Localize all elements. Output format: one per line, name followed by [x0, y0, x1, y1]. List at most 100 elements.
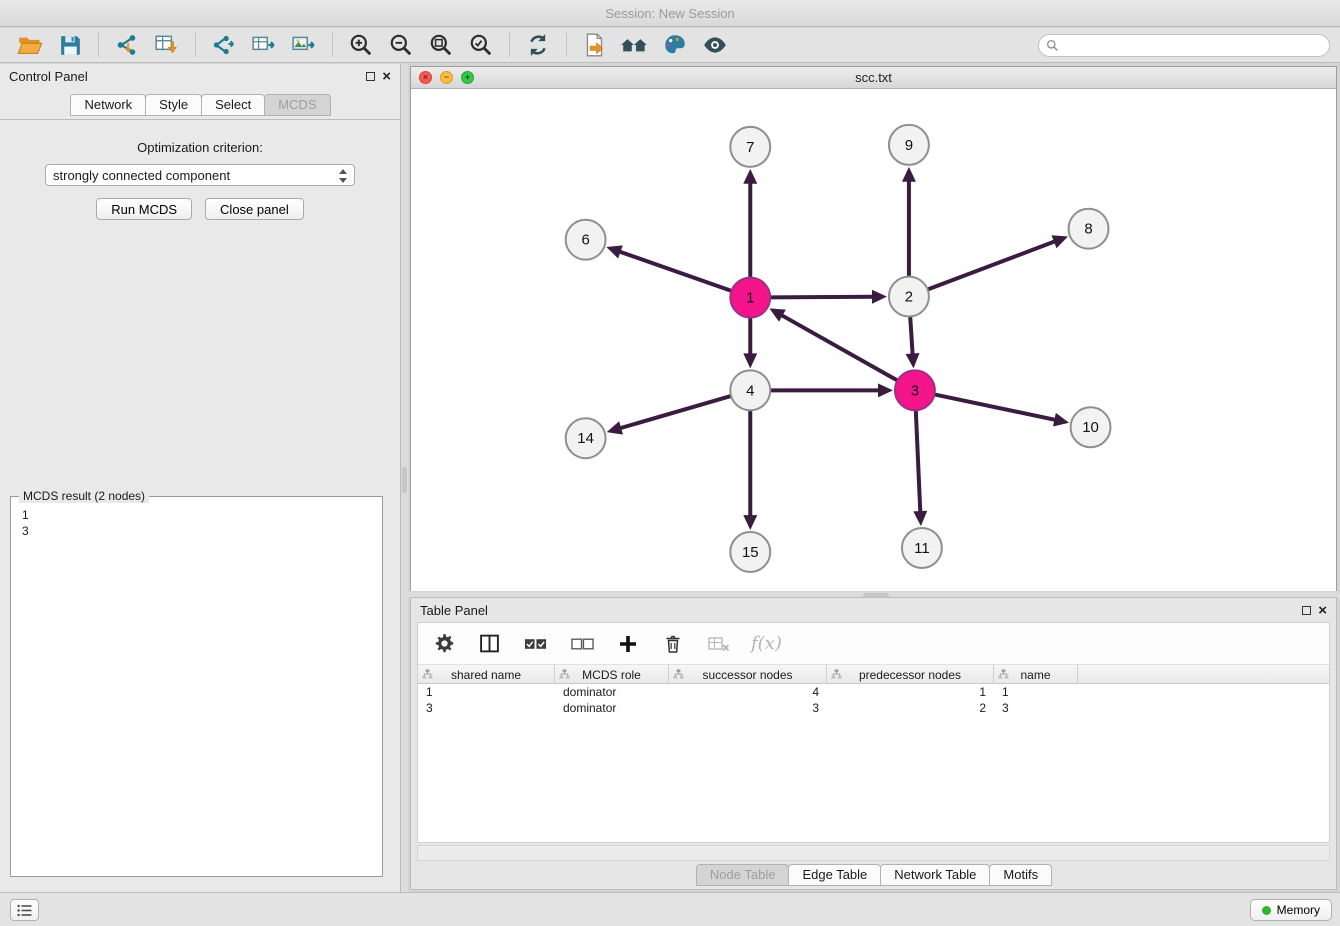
export-image-button[interactable]	[284, 30, 324, 61]
column-header-shared-name[interactable]: shared name	[418, 665, 555, 684]
edge-arrowhead	[743, 353, 757, 368]
graph-node-1[interactable]: 1	[730, 278, 770, 318]
svg-text:1: 1	[746, 290, 754, 307]
search-field[interactable]	[1038, 34, 1330, 57]
tab-motifs[interactable]: Motifs	[989, 864, 1052, 886]
table-cell: dominator	[555, 684, 669, 700]
table-row[interactable]: 3dominator323	[418, 700, 1329, 716]
zoom-in-button[interactable]	[341, 30, 381, 61]
search-input[interactable]	[1064, 38, 1322, 52]
table-header-row: shared nameMCDS rolesuccessor nodesprede…	[418, 665, 1329, 684]
show-columns-button[interactable]	[475, 628, 503, 659]
edge-3-11[interactable]	[916, 410, 921, 513]
eye-icon	[701, 32, 729, 58]
table-body: 1dominator4113dominator323	[418, 684, 1329, 716]
close-control-panel-icon[interactable]: ×	[382, 72, 391, 82]
workspace-area: × − + scc.txt 7 9 6 8 1 2 4 3 14 10 15 11 Table Pan…	[408, 64, 1340, 892]
network-graph[interactable]: 7 9 6 8 1 2 4 3 14 10 15 11	[411, 89, 1336, 591]
tab-network-table[interactable]: Network Table	[880, 864, 990, 886]
edge-2-3[interactable]	[910, 316, 912, 355]
criterion-dropdown[interactable]: strongly connected component	[45, 164, 355, 186]
style-button[interactable]	[655, 30, 695, 61]
table-panel-title: Table Panel	[420, 603, 488, 618]
network-window-title: scc.txt	[855, 70, 892, 85]
tab-node-table[interactable]: Node Table	[696, 864, 790, 886]
delete-table-button[interactable]	[704, 628, 734, 659]
zoom-in-icon	[348, 32, 374, 58]
zoom-fit-button[interactable]	[421, 30, 461, 61]
graph-node-2[interactable]: 2	[889, 277, 929, 317]
mcds-result-values: 13	[11, 497, 382, 539]
import-table-button[interactable]	[147, 30, 187, 61]
column-header-name[interactable]: name	[994, 665, 1078, 684]
tab-select[interactable]: Select	[201, 94, 265, 116]
edge-1-2[interactable]	[770, 297, 874, 298]
tab-style[interactable]: Style	[145, 94, 202, 116]
tab-edge-table[interactable]: Edge Table	[788, 864, 881, 886]
column-header-successor-nodes[interactable]: successor nodes	[669, 665, 827, 684]
close-panel-button[interactable]: Close panel	[205, 198, 304, 220]
toolbar-separator	[332, 33, 333, 57]
close-window-button[interactable]: ×	[419, 71, 432, 84]
add-column-button[interactable]	[614, 628, 642, 659]
float-control-panel-icon[interactable]	[366, 72, 375, 81]
graph-node-3[interactable]: 3	[895, 370, 935, 410]
graph-node-6[interactable]: 6	[566, 220, 606, 260]
gear-icon	[434, 633, 455, 654]
export-network-button[interactable]	[204, 30, 244, 61]
zoom-selected-button[interactable]	[461, 30, 501, 61]
toolbar-separator	[195, 33, 196, 57]
float-table-panel-icon[interactable]	[1302, 606, 1311, 615]
table-row[interactable]: 1dominator411	[418, 684, 1329, 700]
delete-column-button[interactable]	[659, 628, 687, 659]
graph-node-15[interactable]: 15	[730, 532, 770, 572]
splitter-handle[interactable]	[402, 467, 407, 493]
edge-3-1[interactable]	[781, 315, 898, 381]
network-view-window: × − + scc.txt 7 9 6 8 1 2 4 3 14 10 15 11	[410, 66, 1337, 591]
edge-3-10[interactable]	[934, 394, 1056, 420]
refresh-view-button[interactable]	[518, 30, 558, 61]
function-builder-label[interactable]: f(x)	[751, 633, 782, 654]
show-details-button[interactable]	[695, 30, 735, 61]
session-file-icon	[582, 32, 608, 58]
table-cell: 3	[418, 700, 555, 716]
graph-node-9[interactable]: 9	[889, 125, 929, 165]
graph-node-8[interactable]: 8	[1069, 209, 1109, 249]
edge-4-14[interactable]	[619, 396, 731, 429]
column-header-predecessor-nodes[interactable]: predecessor nodes	[827, 665, 994, 684]
import-network-button[interactable]	[107, 30, 147, 61]
table-horizontal-scrollbar[interactable]	[417, 845, 1330, 861]
close-table-panel-icon[interactable]: ×	[1318, 606, 1327, 616]
zoom-window-button[interactable]: +	[461, 71, 474, 84]
run-mcds-button[interactable]: Run MCDS	[96, 198, 192, 220]
table-settings-button[interactable]	[430, 628, 458, 659]
minimize-window-button[interactable]: −	[440, 71, 453, 84]
open-folder-icon	[17, 32, 44, 59]
edge-arrowhead	[1052, 235, 1068, 248]
tab-network[interactable]: Network	[70, 94, 146, 116]
tab-mcds[interactable]: MCDS	[264, 94, 330, 116]
save-session-button[interactable]	[50, 30, 90, 61]
vertical-splitter[interactable]	[401, 64, 408, 892]
graph-node-7[interactable]: 7	[730, 127, 770, 167]
task-history-button[interactable]	[10, 899, 39, 921]
edge-2-8[interactable]	[928, 241, 1056, 289]
dropdown-stepper-icon	[337, 168, 349, 187]
svg-text:3: 3	[911, 382, 919, 399]
column-header-MCDS-role[interactable]: MCDS role	[555, 665, 669, 684]
memory-button[interactable]: Memory	[1250, 899, 1332, 921]
zoom-out-button[interactable]	[381, 30, 421, 61]
export-table-button[interactable]	[244, 30, 284, 61]
open-file-button[interactable]	[10, 30, 50, 61]
home-button[interactable]	[615, 30, 655, 61]
graph-node-14[interactable]: 14	[566, 418, 606, 458]
graph-node-10[interactable]: 10	[1071, 407, 1111, 447]
select-all-button[interactable]	[520, 628, 550, 659]
edge-1-6[interactable]	[619, 251, 732, 291]
node-table: f(x) shared nameMCDS rolesuccessor nodes…	[417, 622, 1330, 843]
deselect-all-button[interactable]	[567, 628, 597, 659]
graph-node-4[interactable]: 4	[730, 370, 770, 410]
network-canvas[interactable]: 7 9 6 8 1 2 4 3 14 10 15 11	[411, 89, 1336, 591]
open-session-file-button[interactable]	[575, 30, 615, 61]
graph-node-11[interactable]: 11	[902, 528, 942, 568]
